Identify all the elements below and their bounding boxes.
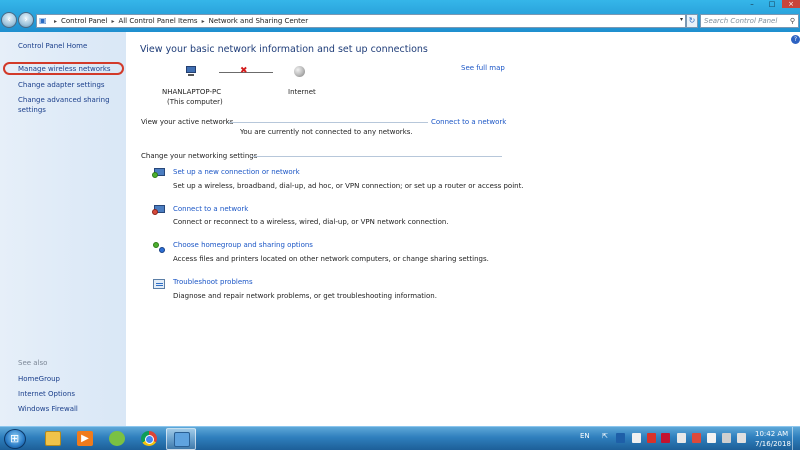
sidebar-control-panel-home[interactable]: Control Panel Home bbox=[18, 42, 87, 50]
sidebar-item-advanced-sharing-cont[interactable]: settings bbox=[18, 106, 46, 114]
divider bbox=[228, 122, 428, 123]
task-setup-new-connection-desc: Set up a wireless, broadband, dial-up, a… bbox=[173, 182, 524, 190]
taskbar-explorer[interactable] bbox=[38, 428, 68, 450]
coccoc-browser-icon bbox=[109, 431, 125, 446]
breadcrumb-separator: ▸ bbox=[111, 17, 115, 25]
see-also-windows-firewall[interactable]: Windows Firewall bbox=[18, 405, 78, 413]
close-button[interactable]: × bbox=[782, 0, 800, 8]
back-arrow-icon[interactable]: ‹ bbox=[1, 12, 17, 28]
flag-icon[interactable] bbox=[677, 433, 686, 443]
search-input[interactable]: Search Control Panel ⚲ bbox=[700, 14, 799, 28]
chrome-icon bbox=[141, 431, 157, 446]
network-status-icon[interactable] bbox=[722, 433, 731, 443]
control-panel-icon: ▣ bbox=[39, 16, 47, 25]
language-indicator[interactable]: EN bbox=[580, 432, 590, 440]
divider bbox=[252, 156, 502, 157]
search-placeholder: Search Control Panel bbox=[704, 17, 778, 25]
computer-name: NHANLAPTOP-PC bbox=[162, 88, 222, 96]
see-full-map-link[interactable]: See full map bbox=[461, 64, 505, 72]
battery-icon[interactable] bbox=[707, 433, 716, 443]
taskbar-coccoc[interactable] bbox=[102, 428, 132, 450]
internet-label: Internet bbox=[288, 88, 316, 96]
control-panel-icon bbox=[174, 432, 190, 447]
active-networks-label: View your active networks bbox=[141, 118, 234, 126]
breadcrumb-control-panel[interactable]: Control Panel bbox=[61, 17, 107, 25]
homegroup-icon[interactable] bbox=[152, 241, 166, 254]
task-troubleshoot[interactable]: Troubleshoot problems bbox=[173, 278, 253, 286]
connect-to-network-link[interactable]: Connect to a network bbox=[431, 118, 506, 126]
start-button[interactable] bbox=[4, 429, 26, 449]
clock-date[interactable]: 7/16/2018 bbox=[755, 440, 791, 448]
connect-network-icon[interactable] bbox=[152, 204, 166, 217]
help-icon[interactable]: ? bbox=[791, 35, 800, 44]
device-icon[interactable] bbox=[632, 433, 641, 443]
folder-icon bbox=[45, 431, 61, 446]
taskbar-media-player[interactable]: ▶ bbox=[70, 428, 100, 450]
breadcrumb-separator: ▸ bbox=[54, 17, 58, 25]
task-homegroup-sharing[interactable]: Choose homegroup and sharing options bbox=[173, 241, 313, 249]
sidebar-item-manage-wireless[interactable]: Manage wireless networks bbox=[18, 65, 111, 73]
volume-icon[interactable] bbox=[737, 433, 746, 443]
see-also-homegroup[interactable]: HomeGroup bbox=[18, 375, 60, 383]
vietkey-icon[interactable] bbox=[661, 433, 670, 443]
sidebar-item-adapter-settings[interactable]: Change adapter settings bbox=[18, 81, 105, 89]
main-content bbox=[126, 32, 800, 426]
chevron-down-icon[interactable]: ▾ bbox=[680, 16, 683, 23]
minimize-button[interactable]: – bbox=[742, 0, 762, 8]
taskbar-chrome[interactable] bbox=[134, 428, 164, 450]
tray-arrow-icon[interactable]: ⇱ bbox=[602, 432, 608, 440]
forward-arrow-icon[interactable]: › bbox=[18, 12, 34, 28]
task-troubleshoot-desc: Diagnose and repair network problems, or… bbox=[173, 292, 437, 300]
security-icon[interactable] bbox=[692, 433, 701, 443]
maximize-button[interactable]: □ bbox=[762, 0, 782, 8]
computer-subtitle: (This computer) bbox=[167, 98, 223, 106]
task-connect-network-desc: Connect or reconnect to a wireless, wire… bbox=[173, 218, 449, 226]
disconnected-x-icon[interactable]: ✖ bbox=[240, 66, 248, 76]
title-bar: – □ × ‹ › ▣ ▸ Control Panel ▸ All Contro… bbox=[0, 0, 800, 32]
computer-icon bbox=[186, 66, 196, 77]
search-icon[interactable]: ⚲ bbox=[790, 15, 795, 27]
antivirus-icon[interactable] bbox=[647, 433, 656, 443]
breadcrumb-separator: ▸ bbox=[201, 17, 205, 25]
task-homegroup-sharing-desc: Access files and printers located on oth… bbox=[173, 255, 489, 263]
show-desktop-button[interactable] bbox=[792, 427, 800, 450]
navigation-buttons: ‹ › bbox=[1, 10, 35, 32]
troubleshoot-icon[interactable] bbox=[152, 278, 166, 291]
breadcrumb-network-center[interactable]: Network and Sharing Center bbox=[209, 17, 309, 25]
taskbar: ▶ EN ⇱ 10:42 AM 7/16/2018 bbox=[0, 426, 800, 450]
taskbar-control-panel[interactable] bbox=[166, 428, 196, 450]
clock-time[interactable]: 10:42 AM bbox=[755, 430, 788, 438]
see-also-heading: See also bbox=[18, 359, 48, 367]
task-setup-new-connection[interactable]: Set up a new connection or network bbox=[173, 168, 300, 176]
breadcrumb-all-items[interactable]: All Control Panel Items bbox=[118, 17, 197, 25]
new-connection-icon[interactable] bbox=[152, 167, 166, 180]
bluetooth-icon[interactable] bbox=[616, 433, 625, 443]
change-settings-label: Change your networking settings bbox=[141, 152, 258, 160]
task-connect-network[interactable]: Connect to a network bbox=[173, 205, 248, 213]
media-player-icon: ▶ bbox=[77, 431, 93, 446]
internet-globe-icon bbox=[294, 66, 305, 77]
sidebar-item-advanced-sharing[interactable]: Change advanced sharing bbox=[18, 96, 110, 104]
not-connected-message: You are currently not connected to any n… bbox=[240, 128, 413, 136]
see-also-internet-options[interactable]: Internet Options bbox=[18, 390, 75, 398]
page-title: View your basic network information and … bbox=[140, 44, 428, 55]
address-bar[interactable]: ▣ ▸ Control Panel ▸ All Control Panel It… bbox=[36, 14, 686, 28]
refresh-icon[interactable]: ↻ bbox=[686, 14, 698, 28]
